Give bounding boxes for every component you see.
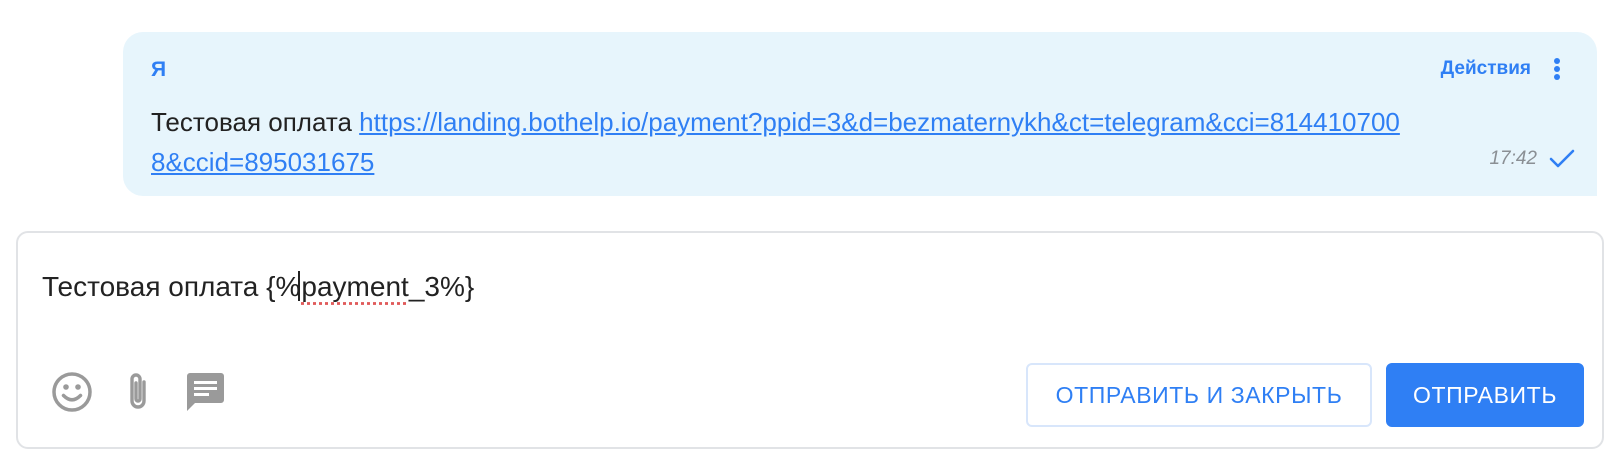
paperclip-icon[interactable]	[116, 370, 160, 414]
check-icon	[1549, 149, 1575, 169]
send-and-close-button[interactable]: ОТПРАВИТЬ И ЗАКРЫТЬ	[1026, 363, 1372, 427]
more-vertical-icon	[1553, 58, 1561, 80]
message-actions-label: Действия	[1440, 58, 1531, 79]
outgoing-message-bubble: Я Действия Тестовая оплата https://landi…	[123, 32, 1597, 196]
message-input[interactable]: Тестовая оплата {%payment_3%}	[42, 267, 1542, 307]
send-button[interactable]: ОТПРАВИТЬ	[1386, 363, 1584, 427]
message-actions-button[interactable]: Действия	[1441, 58, 1561, 80]
message-body: Тестовая оплата	[151, 107, 352, 137]
message-template-icon[interactable]	[182, 369, 228, 415]
message-composer: Тестовая оплата {%payment_3%} ОТПРАВИТЬ …	[16, 231, 1604, 449]
message-text: Тестовая оплата https://landing.bothelp.…	[151, 102, 1411, 182]
input-text-misspelled: payment	[301, 271, 409, 302]
input-text-prefix: Тестовая оплата {%	[42, 271, 301, 302]
message-time: 17:42	[1489, 148, 1537, 169]
emoji-icon[interactable]	[50, 370, 94, 414]
message-sender: Я	[151, 58, 167, 81]
composer-tools	[50, 369, 228, 415]
input-text-suffix: _3%}	[408, 271, 475, 302]
message-meta: 17:42	[1489, 148, 1575, 170]
chat-page: Я Действия Тестовая оплата https://landi…	[0, 0, 1620, 464]
